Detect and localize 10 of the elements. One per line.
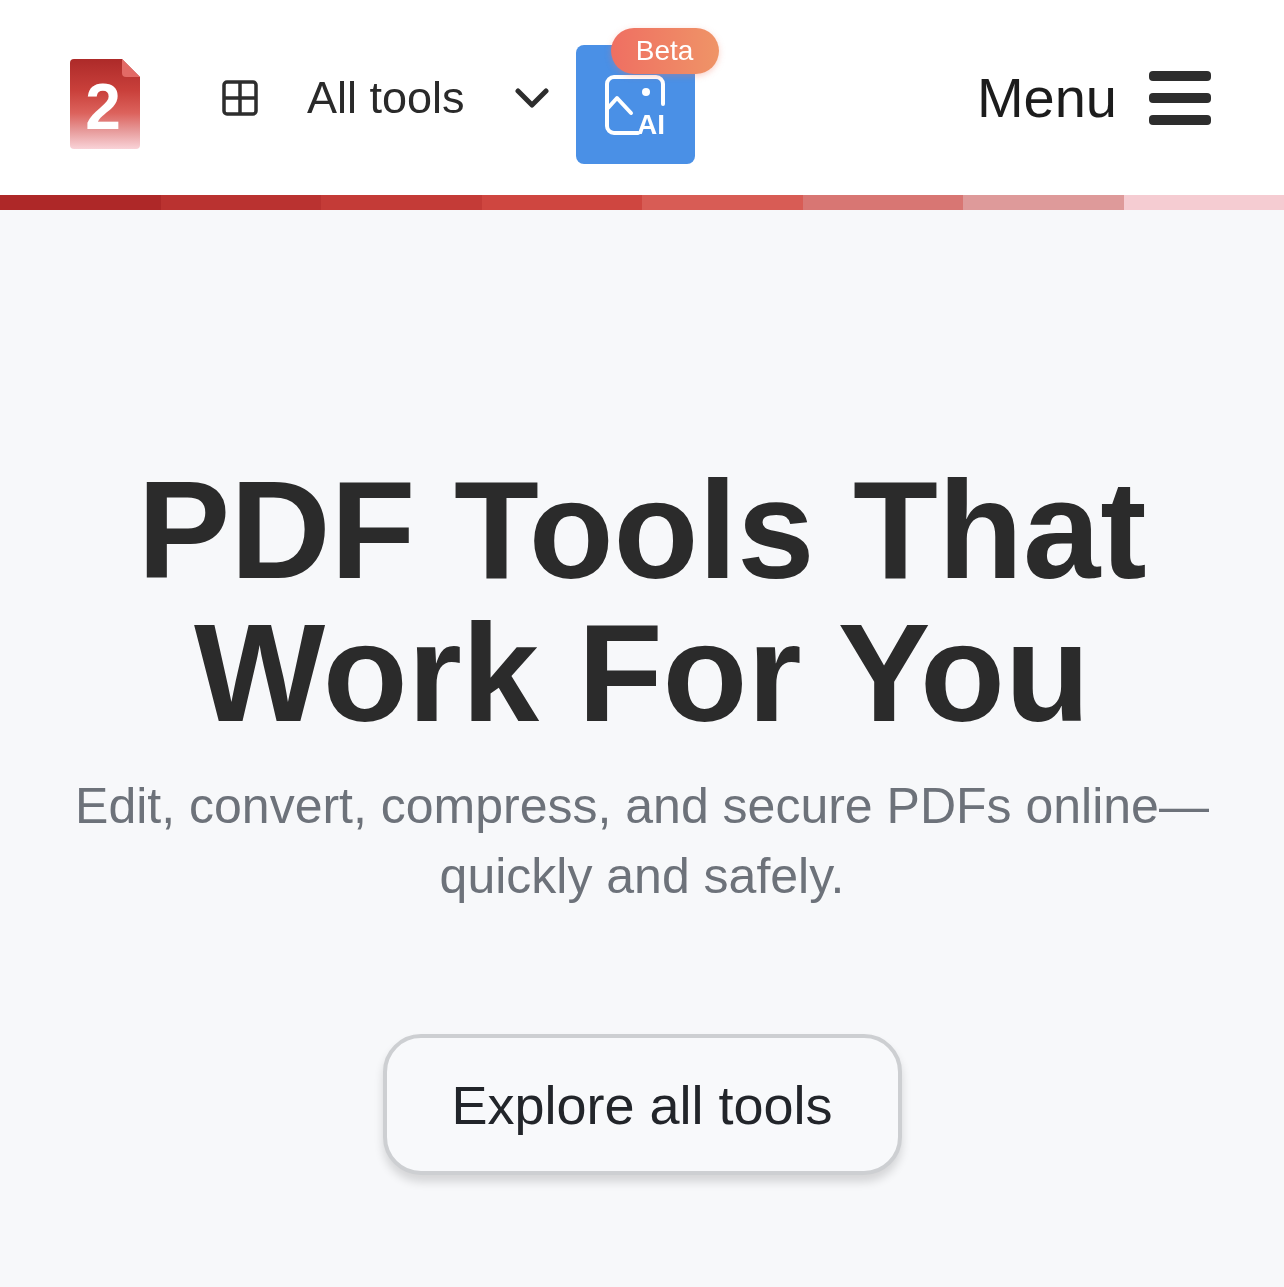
menu-icon — [1149, 70, 1211, 125]
hero-subtitle: Edit, convert, compress, and secure PDFs online—quickly and safely. — [74, 777, 1210, 906]
explore-tools-button[interactable]: Explore all tools — [382, 1034, 902, 1175]
chevron-down-icon — [514, 86, 549, 109]
logo[interactable]: 2 — [70, 58, 140, 149]
grid-icon — [222, 79, 258, 116]
menu-button[interactable]: Menu — [976, 65, 1211, 130]
beta-badge: Beta — [610, 28, 719, 74]
hero-title: PDF Tools That Work For You — [136, 458, 1148, 744]
all-tools-dropdown[interactable]: All tools — [222, 71, 549, 124]
